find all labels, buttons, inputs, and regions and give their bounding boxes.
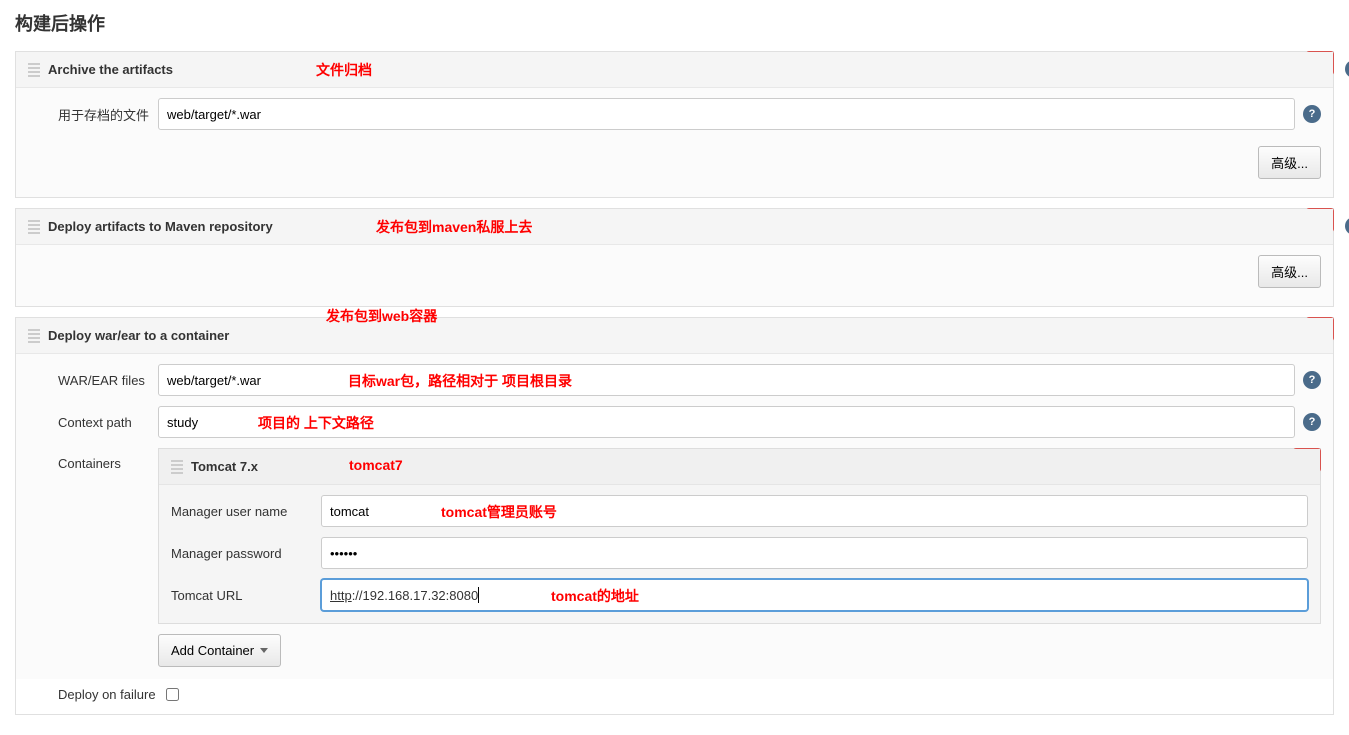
manager-user-label: Manager user name: [171, 504, 321, 519]
drag-handle-icon[interactable]: [171, 460, 183, 474]
container-deploy-annotation: 发布包到web容器: [326, 306, 437, 326]
maven-header: Deploy artifacts to Maven repository 发布包…: [16, 209, 1333, 245]
archive-files-label: 用于存档的文件: [28, 105, 158, 124]
tomcat-title: Tomcat 7.x: [191, 459, 258, 474]
section-title: 构建后操作: [15, 10, 1334, 36]
maven-title: Deploy artifacts to Maven repository: [48, 219, 273, 234]
add-container-label: Add Container: [171, 643, 254, 658]
maven-deploy-block: X ? Deploy artifacts to Maven repository…: [15, 208, 1334, 307]
context-path-input[interactable]: [158, 406, 1295, 438]
text-cursor-icon: [478, 587, 479, 603]
containers-label: Containers: [28, 448, 158, 471]
war-files-label: WAR/EAR files: [28, 373, 158, 388]
archive-files-input[interactable]: [158, 98, 1295, 130]
add-container-button[interactable]: Add Container: [158, 634, 281, 667]
archive-annotation: 文件归档: [316, 60, 372, 80]
tomcat-header: Tomcat 7.x tomcat7: [159, 449, 1320, 485]
archive-header: Archive the artifacts 文件归档: [16, 52, 1333, 88]
container-deploy-header: Deploy war/ear to a container 发布包到web容器: [16, 318, 1333, 354]
archive-title: Archive the artifacts: [48, 62, 173, 77]
drag-handle-icon[interactable]: [28, 329, 40, 343]
war-files-input[interactable]: [158, 364, 1295, 396]
tomcat-url-input[interactable]: http://192.168.17.32:8080: [321, 579, 1308, 611]
drag-handle-icon[interactable]: [28, 220, 40, 234]
context-path-label: Context path: [28, 415, 158, 430]
archive-artifacts-block: X ? Archive the artifacts 文件归档 用于存档的文件 ?…: [15, 51, 1334, 198]
help-icon[interactable]: ?: [1345, 60, 1349, 78]
help-icon[interactable]: ?: [1303, 413, 1321, 431]
manager-pass-input[interactable]: [321, 537, 1308, 569]
manager-user-input[interactable]: [321, 495, 1308, 527]
manager-pass-label: Manager password: [171, 546, 321, 561]
tomcat-url-label: Tomcat URL: [171, 588, 321, 603]
container-deploy-block: X Deploy war/ear to a container 发布包到web容…: [15, 317, 1334, 715]
maven-annotation: 发布包到maven私服上去: [376, 217, 532, 237]
maven-advanced-button[interactable]: 高级...: [1258, 255, 1321, 288]
help-icon[interactable]: ?: [1345, 217, 1349, 235]
tomcat-container-block: X Tomcat 7.x tomcat7 Manager user name: [158, 448, 1321, 624]
help-icon[interactable]: ?: [1303, 371, 1321, 389]
deploy-on-failure-checkbox[interactable]: [166, 688, 179, 701]
drag-handle-icon[interactable]: [28, 63, 40, 77]
container-deploy-title: Deploy war/ear to a container: [48, 328, 229, 343]
tomcat-annotation: tomcat7: [349, 457, 403, 473]
deploy-on-failure-label: Deploy on failure: [58, 687, 156, 702]
archive-advanced-button[interactable]: 高级...: [1258, 146, 1321, 179]
url-rest: ://192.168.17.32:8080: [352, 588, 479, 603]
url-prefix: http: [330, 588, 352, 603]
help-icon[interactable]: ?: [1303, 105, 1321, 123]
